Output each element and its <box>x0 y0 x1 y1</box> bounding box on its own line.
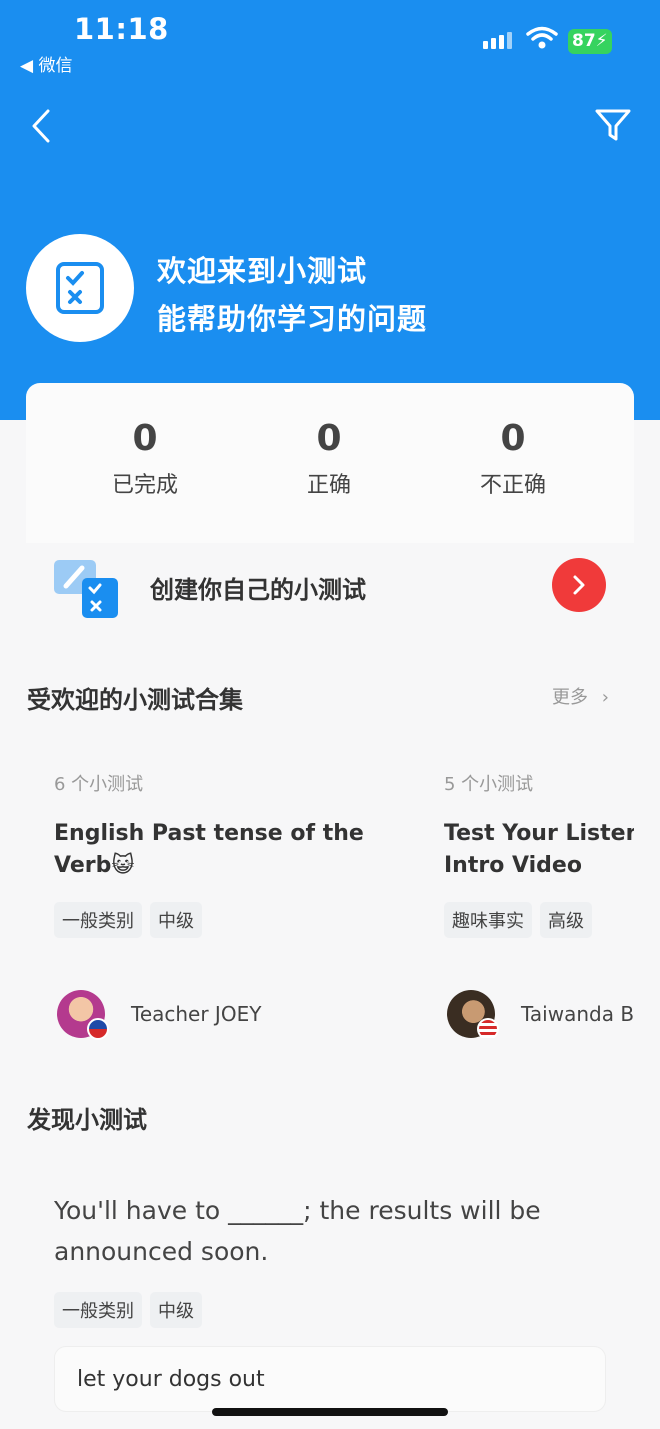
discover-section-title: 发现小测试 <box>27 1106 147 1134</box>
wifi-icon <box>526 26 558 49</box>
hero-subtitle: 能帮助你学习的问题 <box>157 302 428 336</box>
stat-completed: 0 已完成 <box>75 418 215 499</box>
create-quiz-button[interactable] <box>552 558 606 612</box>
level-tag: 中级 <box>150 902 202 938</box>
signal-icon <box>483 32 512 49</box>
avatar <box>57 990 109 1040</box>
status-bar: 11:18 ◀ 微信 87⚡ <box>0 0 660 90</box>
collection-card[interactable]: 6 个小测试 English Past tense of the Verb😺 一… <box>54 770 374 938</box>
more-label: 更多 <box>552 687 588 708</box>
home-indicator <box>212 1408 448 1416</box>
us-flag-icon <box>477 1018 499 1038</box>
answer-option[interactable]: let your dogs out <box>54 1346 606 1412</box>
popular-section-title: 受欢迎的小测试合集 <box>27 686 243 714</box>
chevron-right-icon <box>573 575 585 595</box>
collection-title: Test Your Listeni Intro Video <box>444 821 634 878</box>
category-tag: 一般类别 <box>54 1292 142 1328</box>
more-link[interactable]: 更多 › <box>552 683 609 709</box>
stat-completed-value: 0 <box>132 418 158 459</box>
battery-indicator: 87⚡ <box>568 29 612 54</box>
status-time: 11:18 <box>74 12 169 46</box>
stat-incorrect-label: 不正确 <box>479 473 546 498</box>
collection-card[interactable]: 5 个小测试 Test Your Listeni Intro Video 趣味事… <box>444 770 634 938</box>
category-tag: 一般类别 <box>54 902 142 938</box>
stat-correct-value: 0 <box>316 418 342 459</box>
level-tag: 高级 <box>540 902 592 938</box>
category-tag: 趣味事实 <box>444 902 532 938</box>
collection-count: 5 个小测试 <box>444 774 534 795</box>
stat-incorrect-value: 0 <box>500 418 526 459</box>
back-chevron-icon[interactable] <box>28 108 54 144</box>
create-quiz-row[interactable]: 创建你自己的小测试 <box>0 548 660 628</box>
author-name: Taiwanda Ba <box>521 1002 634 1026</box>
stat-correct: 0 正确 <box>259 418 399 499</box>
hero-title: 欢迎来到小测试 <box>157 254 368 288</box>
question-text: You'll have to ______; the results will … <box>54 1196 541 1266</box>
collection-author[interactable]: Taiwanda Ba <box>447 990 634 1038</box>
chevron-right-icon: › <box>601 687 609 708</box>
stat-completed-label: 已完成 <box>111 473 178 498</box>
stat-correct-label: 正确 <box>306 473 351 498</box>
level-tag: 中级 <box>150 1292 202 1328</box>
back-to-wechat-link[interactable]: ◀ 微信 <box>20 51 72 76</box>
collection-title: English Past tense of the Verb😺 <box>54 821 364 878</box>
collection-author[interactable]: Teacher JOEY <box>57 990 262 1040</box>
stat-incorrect: 0 不正确 <box>443 418 583 499</box>
avatar <box>447 990 499 1038</box>
author-name: Teacher JOEY <box>131 1002 262 1026</box>
philippines-flag-icon <box>87 1018 109 1040</box>
filter-icon[interactable] <box>594 106 632 144</box>
collection-count: 6 个小测试 <box>54 774 144 795</box>
quiz-logo-icon <box>26 234 134 342</box>
create-quiz-icon <box>54 560 118 618</box>
create-quiz-label: 创建你自己的小测试 <box>150 576 366 604</box>
